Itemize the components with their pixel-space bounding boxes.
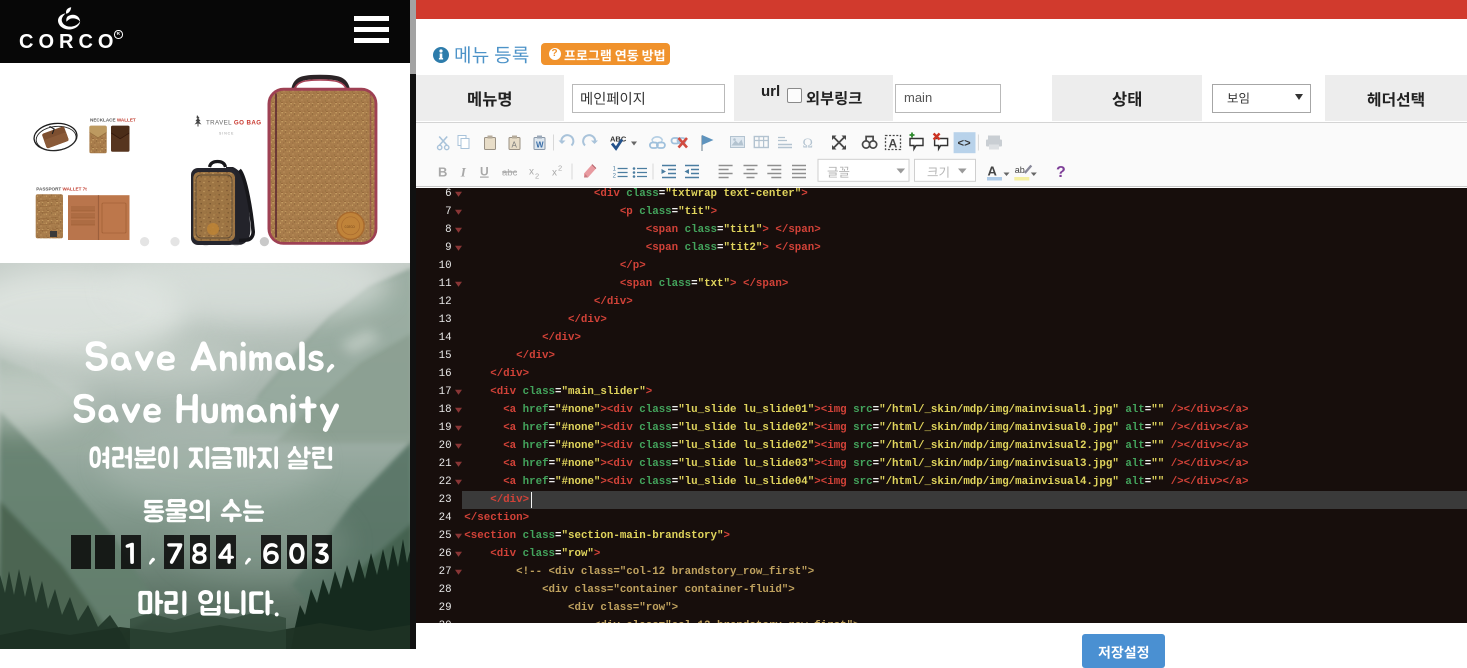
svg-text:TRAVEL GO BAG: TRAVEL GO BAG xyxy=(206,120,261,127)
svg-text:Ω: Ω xyxy=(803,137,813,152)
svg-text:x: x xyxy=(552,168,557,179)
svg-text:NECKLACE WALLET: NECKLACE WALLET xyxy=(90,118,136,123)
svg-text:A: A xyxy=(988,164,998,179)
svg-text:2: 2 xyxy=(535,172,539,181)
svg-text:U: U xyxy=(480,165,489,179)
svg-text:A: A xyxy=(889,137,898,151)
svg-text:W: W xyxy=(536,141,544,150)
svg-text:?: ? xyxy=(1056,164,1066,181)
svg-text:I: I xyxy=(460,165,467,180)
svg-text:ab: ab xyxy=(1015,165,1025,175)
svg-text:B: B xyxy=(438,165,447,180)
svg-text:<>: <> xyxy=(958,139,972,151)
svg-text:2: 2 xyxy=(613,174,617,180)
svg-text:abc: abc xyxy=(502,168,518,179)
svg-text:ABC: ABC xyxy=(610,135,627,144)
svg-text:2: 2 xyxy=(558,164,562,173)
svg-text:PASSPORT WALLET 7t: PASSPORT WALLET 7t xyxy=(36,187,87,192)
svg-text:SINCE: SINCE xyxy=(219,132,234,136)
svg-text:1: 1 xyxy=(613,167,617,173)
svg-text:A: A xyxy=(512,141,518,150)
svg-text:corco: corco xyxy=(345,224,356,229)
svg-text:x: x xyxy=(529,167,534,178)
